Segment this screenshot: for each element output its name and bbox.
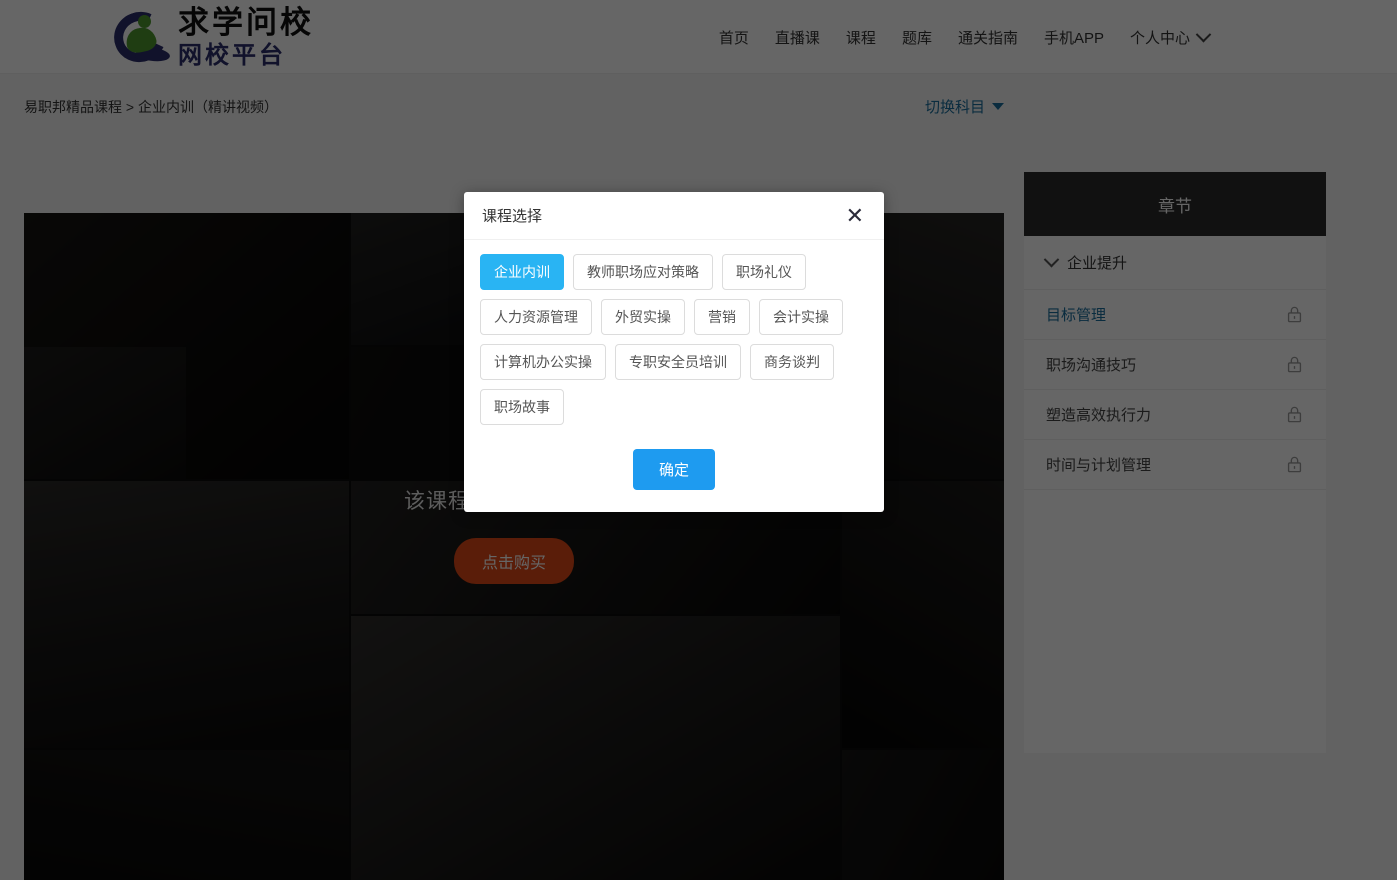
course-tag-workplace-etiquette[interactable]: 职场礼仪 bbox=[722, 254, 806, 290]
modal-footer: 确定 bbox=[464, 433, 884, 512]
course-tag-accounting-practice[interactable]: 会计实操 bbox=[759, 299, 843, 335]
course-tag-business-negotiation[interactable]: 商务谈判 bbox=[750, 344, 834, 380]
course-tag-enterprise-training[interactable]: 企业内训 bbox=[480, 254, 564, 290]
course-tag-marketing[interactable]: 营销 bbox=[694, 299, 750, 335]
course-tag-safety-officer[interactable]: 专职安全员培训 bbox=[615, 344, 741, 380]
page-root: 求学问校 网校平台 首页 直播课 课程 题库 通关指南 手机APP 个人中心 易… bbox=[0, 0, 1397, 880]
course-tag-workplace-stories[interactable]: 职场故事 bbox=[480, 389, 564, 425]
course-tag-computer-office[interactable]: 计算机办公实操 bbox=[480, 344, 606, 380]
course-selection-modal: 课程选择 ✕ 企业内训 教师职场应对策略 职场礼仪 人力资源管理 外贸实操 营销… bbox=[464, 192, 884, 512]
course-tag-foreign-trade[interactable]: 外贸实操 bbox=[601, 299, 685, 335]
course-tag-hr-management[interactable]: 人力资源管理 bbox=[480, 299, 592, 335]
modal-body: 企业内训 教师职场应对策略 职场礼仪 人力资源管理 外贸实操 营销 会计实操 计… bbox=[464, 240, 884, 433]
modal-title: 课程选择 bbox=[482, 205, 542, 226]
close-icon[interactable]: ✕ bbox=[844, 205, 866, 227]
modal-header: 课程选择 ✕ bbox=[464, 192, 884, 240]
confirm-button[interactable]: 确定 bbox=[633, 449, 715, 490]
course-tag-teacher-strategy[interactable]: 教师职场应对策略 bbox=[573, 254, 713, 290]
course-tag-list: 企业内训 教师职场应对策略 职场礼仪 人力资源管理 外贸实操 营销 会计实操 计… bbox=[480, 254, 868, 425]
